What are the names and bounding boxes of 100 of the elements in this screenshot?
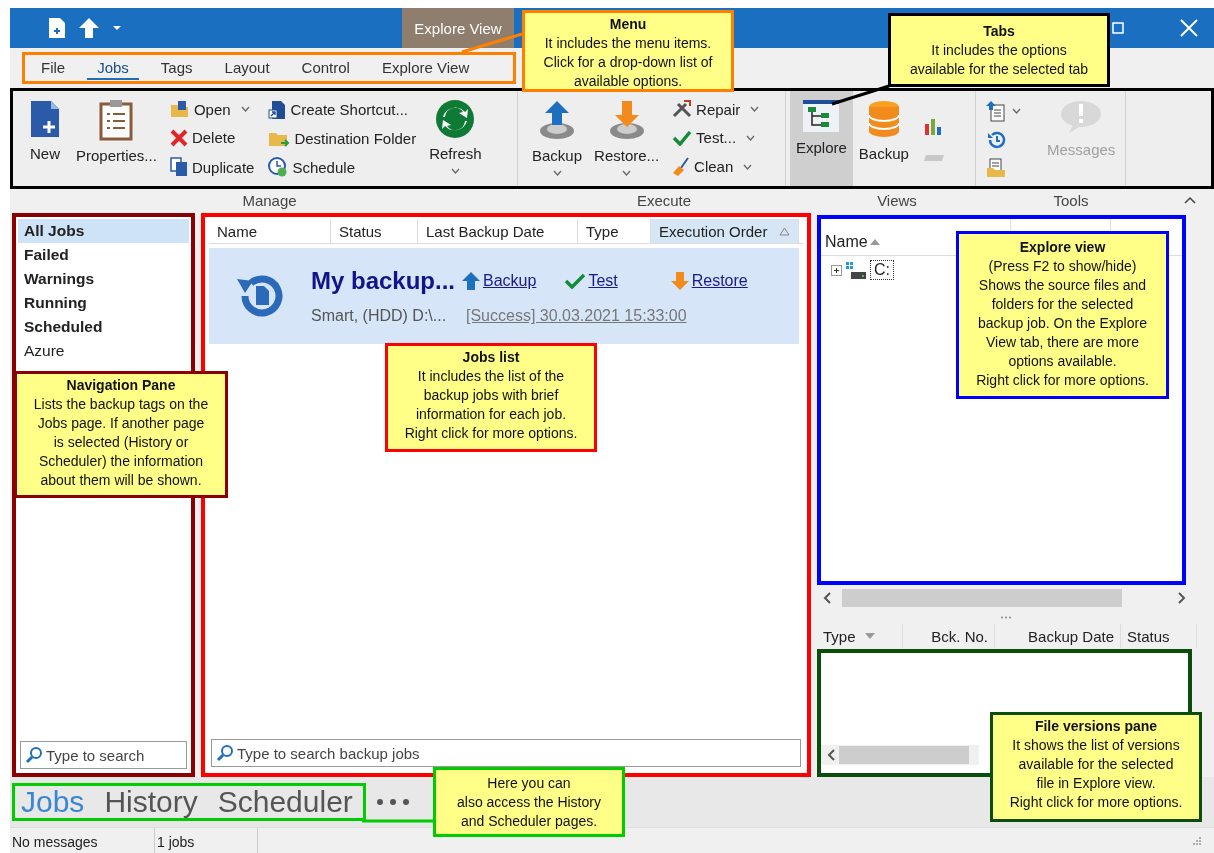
group-label: Tools [1052,191,1090,209]
more-icon[interactable] [375,798,410,807]
callout-text: Lists the backup tags on the Jobs page. If another page is selected (History or Scheduler) the information about them will be shown. [32,395,210,490]
callout-title: File versions pane [1033,717,1159,736]
navigation-item[interactable]: Failed [18,243,189,268]
new-document-icon[interactable] [48,17,66,39]
chevron-left-icon[interactable] [823,592,831,605]
chevron-left-icon[interactable] [827,749,835,762]
callout-title: Navigation Pane [65,376,177,395]
job-row[interactable]: My backup... Backup Test Restore Smart, (HDD) D:\... [Success] 30.03.2021 15:33:00 [209,248,799,345]
properties-button[interactable]: Properties... [70,90,163,187]
callout-text: It includes the menu items. Click for a drop-down list of available options. [542,34,714,91]
navigation-item[interactable]: All Jobs [18,219,189,244]
repair-button[interactable]: Repair [669,98,763,121]
open-button[interactable]: Open [166,98,258,121]
exclamation-bubble-icon [1059,98,1104,135]
clock-icon [268,157,289,178]
checkmark-icon [564,273,587,290]
up-arrow-icon [461,271,481,292]
resize-grip-icon[interactable] [1192,835,1202,846]
history-icon[interactable] [986,129,1006,150]
clean-button[interactable]: Clean [669,154,763,179]
up-arrow-disc-icon [537,98,577,141]
create-shortcut-button[interactable]: Create Shortcut... [265,97,420,122]
job-details: Smart, (HDD) D:\... [311,307,448,326]
sort-triangle-icon [779,226,790,236]
caret-icon [746,134,756,141]
document-upload-icon[interactable] [986,99,1006,122]
column-header[interactable]: Status [331,219,418,244]
job-name: My backup... [311,267,457,296]
menu-item[interactable]: Control [291,55,360,80]
cross-icon [169,128,188,147]
tree-item[interactable]: C: [870,260,894,281]
refresh-button[interactable]: Refresh [423,90,488,187]
caret-icon[interactable] [112,25,122,31]
collapse-ribbon-icon[interactable] [1184,196,1196,205]
new-button[interactable]: New [20,90,70,187]
page-tab[interactable]: Scheduler [217,785,353,820]
copy-icon [169,157,188,178]
callout-title: Tabs [982,22,1016,41]
broom-icon [672,156,691,177]
group-label: Execute [635,191,693,209]
test-button[interactable]: Test... [669,127,763,149]
status-text: No messages [10,828,155,853]
caret-icon [743,163,753,170]
maximize-icon[interactable] [1112,22,1124,34]
backup-view-button[interactable]: Backup [852,90,915,187]
callout-title: Explore view [1018,238,1107,257]
expand-icon[interactable] [831,264,842,276]
sort-up-icon [868,238,881,247]
tree-icon [802,98,841,133]
explore-tab-button[interactable]: Explore [790,90,853,187]
duplicate-button[interactable]: Duplicate [166,155,258,180]
up-arrow-icon[interactable] [78,17,100,39]
navigation-item[interactable]: Running [18,291,189,316]
checkmark-icon [672,129,693,146]
caret-icon [450,167,460,174]
search-field[interactable]: Type to search backup jobs [211,739,801,768]
new-document-icon [29,98,61,139]
menu-item[interactable]: Explore View [371,55,480,80]
column-header[interactable]: Execution Order [651,219,799,244]
callout-text: It shows the list of versions available for the selected file in Explore view. Right click for more options. [1008,736,1184,812]
last-result-link[interactable]: [Success] 30.03.2021 15:33:00 [466,307,687,326]
menu-item[interactable]: File [31,55,76,80]
group-label: Views [876,191,918,209]
database-icon [866,98,901,139]
caret-icon [552,169,562,176]
schedule-button[interactable]: Schedule [265,155,420,180]
menu-item[interactable]: Tags [150,55,203,80]
close-icon[interactable] [1180,19,1198,37]
search-field[interactable]: Type to search [20,741,187,770]
backup-link[interactable]: Backup [461,271,537,292]
splitter-grip-icon[interactable] [999,616,1012,620]
delete-button[interactable]: Delete [166,126,258,149]
caret-icon[interactable] [1012,107,1021,114]
navigation-item[interactable]: Azure [18,339,189,364]
menu-item[interactable]: Jobs [87,55,139,80]
folder-document-icon[interactable] [986,157,1006,178]
destination-folder-button[interactable]: Destination Folder [265,127,420,150]
chevron-right-icon[interactable] [1178,592,1186,605]
tools-icon [672,100,693,119]
restore-link[interactable]: Restore [669,271,748,292]
column-header[interactable]: Last Backup Date [418,219,578,244]
page-tab[interactable]: History [104,785,198,820]
context-tab-label: Explore View [402,8,514,48]
column-header[interactable]: Bck. No. [903,624,995,649]
navigation-item[interactable]: Warnings [18,267,189,292]
column-header[interactable]: Name [825,233,881,252]
column-header[interactable]: Status [1121,624,1197,649]
navigation-item[interactable]: Scheduled [18,315,189,340]
column-header[interactable]: Type [817,624,903,649]
column-header[interactable]: Name [209,219,331,244]
callout-text: (Press F2 to show/hide) Shows the source files and folders for the selected backup job. On the Explore View tab, there are more options available. Right click for more options. [975,257,1150,390]
menu-item[interactable]: Layout [214,55,280,80]
sort-down-icon [863,632,876,641]
test-link[interactable]: Test [564,272,618,291]
column-header[interactable]: Backup Date [995,624,1121,649]
horizontal-scrollbar[interactable] [821,745,979,766]
search-icon [25,746,43,765]
status-text: 1 jobs [155,828,258,853]
